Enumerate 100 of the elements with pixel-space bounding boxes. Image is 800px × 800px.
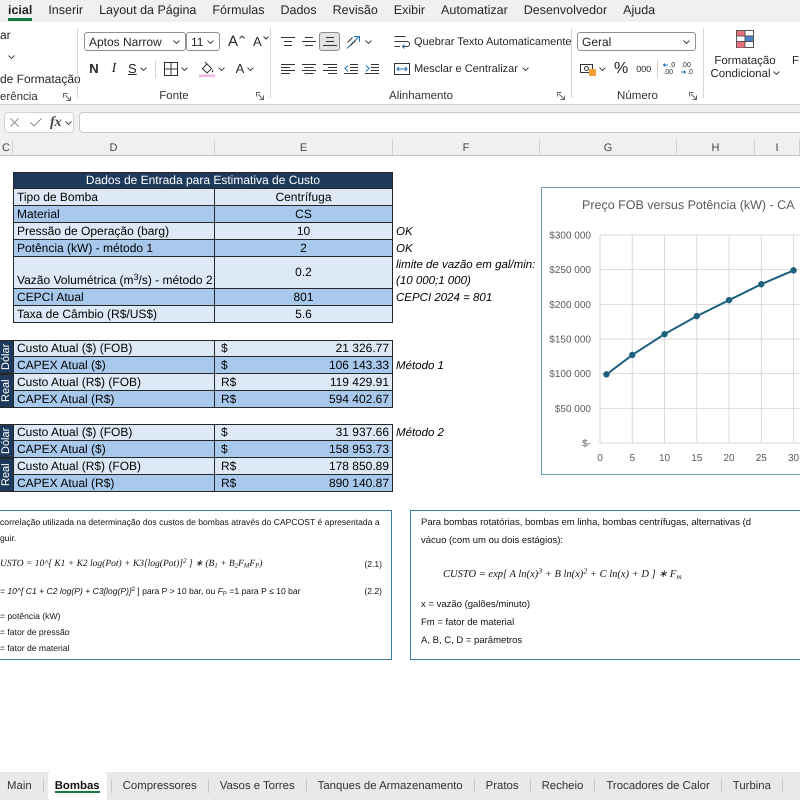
table-cell: CAPEX Atual ($) — [13, 357, 215, 374]
caret-icon — [173, 40, 180, 44]
percent-button[interactable]: % — [610, 59, 632, 78]
borders-icon — [164, 62, 178, 76]
caret-icon — [599, 66, 606, 70]
font-name-dropdown[interactable]: Aptos Narrow — [84, 32, 186, 51]
sheet-tab[interactable]: Vasos e Torres — [212, 772, 302, 800]
table-header: Dados de Entrada para Estimativa de Custo — [13, 172, 393, 189]
close-icon[interactable] — [10, 118, 19, 127]
sheet-tab[interactable]: Pratos — [478, 772, 526, 800]
dialog-launcher-icon[interactable] — [557, 92, 565, 100]
table-cell: Custo Atual (R$) (FOB) — [13, 374, 215, 391]
ribbon-button[interactable]: F — [792, 55, 800, 68]
dialog-launcher-icon[interactable] — [256, 92, 264, 100]
axis-tick-label: 30 — [788, 453, 800, 464]
caret-icon — [772, 71, 780, 75]
wrap-text-button[interactable]: Quebrar Texto Automaticamente — [390, 32, 576, 51]
sheet-tab[interactable]: Tanques de Armazenamento — [310, 772, 470, 800]
bold-button[interactable]: N — [84, 59, 104, 78]
insert-function-button[interactable]: fx — [50, 114, 62, 130]
sheet-tab[interactable]: Main — [0, 772, 39, 800]
check-icon[interactable] — [30, 118, 42, 127]
ribbon-tab[interactable]: Revisão — [332, 3, 378, 21]
table-cell: 801 — [215, 289, 393, 306]
table-cell: CAPEX Atual (R$) — [13, 391, 215, 408]
amount: 106 143.33 — [328, 358, 389, 373]
table-cell: CS — [215, 206, 393, 223]
caret-icon[interactable] — [8, 55, 15, 59]
note-text: limite de vazão em gal/min: — [396, 258, 536, 273]
column-header[interactable]: F — [393, 140, 540, 155]
font-size-dropdown[interactable]: 11 — [186, 32, 220, 51]
formula: CUSTO = exp[ A ln(x)$^{3}$ + B ln(x)$^{2}$ + C ln(x) + D ] ∗ F$_{m}$ — [443, 566, 682, 583]
sheet-tab[interactable]: Turbina — [726, 772, 778, 800]
ribbon-tab[interactable]: Dados — [280, 3, 317, 21]
ribbon-tab[interactable]: Desenvolvedor — [524, 3, 608, 21]
axis-tick-label: $200 000 — [549, 300, 591, 311]
number-format-dropdown[interactable]: Geral — [577, 32, 696, 51]
formula-input[interactable] — [79, 112, 800, 133]
font-color-button[interactable]: A — [232, 59, 258, 78]
column-header[interactable]: C — [0, 140, 13, 155]
format-painter-button[interactable]: de Formatação — [0, 71, 81, 87]
grow-font-button[interactable]: A — [224, 32, 250, 51]
note-text: (10 000;1 000) — [396, 274, 472, 289]
dialog-launcher-icon[interactable] — [63, 92, 71, 100]
text-line: correlação utilizada na determinação dos custos de bombas através do CAPCOST é apresentada a — [0, 516, 381, 529]
table-cell: Taxa de Câmbio (R$/US$) — [13, 306, 215, 323]
axis-tick-label: 20 — [723, 453, 735, 464]
text-line: x = vazão (galões/minuto) — [421, 598, 532, 612]
axis-tick-label: $50 000 — [554, 404, 591, 415]
data-point — [629, 352, 636, 358]
text-line: guir. — [0, 532, 18, 545]
axis-tick-label: $250 000 — [549, 265, 591, 276]
ribbon-tab[interactable]: Layout da Página — [99, 3, 196, 21]
text-line: = fator de pressão — [0, 626, 71, 639]
ribbon-tab[interactable]: Fórmulas — [212, 3, 264, 21]
data-point — [661, 330, 668, 338]
table-cell: 0.2 — [215, 257, 393, 289]
sheet-tab[interactable]: Bombas — [48, 772, 107, 800]
group-label: Número — [617, 90, 658, 102]
cut-button[interactable]: ar — [0, 27, 11, 43]
merge-center-button[interactable]: Mesclar e Centralizar — [390, 59, 533, 78]
conditional-formatting-icon — [736, 30, 754, 48]
equation-number: (2.2) — [364, 585, 382, 598]
amount: 21 326.77 — [336, 341, 389, 356]
column-header[interactable]: I — [755, 140, 800, 155]
ribbon-tab[interactable]: Ajuda — [623, 3, 656, 21]
shrink-font-button[interactable]: A — [249, 32, 273, 51]
data-point — [726, 296, 732, 304]
table-cell: CEPCI Atual — [13, 289, 215, 306]
chevron-down-icon — [262, 36, 269, 40]
dialog-launcher-icon[interactable] — [689, 92, 697, 100]
column-header[interactable]: E — [215, 140, 393, 155]
ribbon-tab[interactable]: Automatizar — [441, 3, 508, 21]
arrow-left-icon — [663, 63, 668, 67]
vertical-align-button[interactable] — [319, 32, 340, 51]
ribbon-tab[interactable]: Inserir — [48, 3, 84, 21]
caret-icon[interactable] — [64, 120, 72, 124]
column-header[interactable]: G — [540, 140, 677, 155]
column-header[interactable]: D — [13, 140, 215, 155]
table-cell: Centrífuga — [215, 189, 393, 206]
table-cell: CAPEX Atual (R$) — [13, 475, 215, 492]
italic-button[interactable]: I — [104, 59, 124, 78]
table-cell: Custo Atual (R$) (FOB) — [13, 458, 215, 475]
currency-symbol: R$ — [221, 375, 236, 390]
underline-button[interactable]: S — [124, 59, 151, 78]
ribbon-tab[interactable]: Exibir — [394, 3, 426, 21]
conditional-formatting-button[interactable]: Formatação Condicional — [710, 30, 780, 81]
table-cell: 2 — [215, 240, 393, 257]
note-text: OK — [396, 224, 414, 240]
amount: 178 850.89 — [328, 459, 389, 474]
thousands-separator-button[interactable]: 000 — [632, 59, 656, 78]
chart-title: Preço FOB versus Potência (kW) - CA — [582, 198, 795, 212]
paint-bucket-icon — [198, 60, 215, 76]
sheet-tab[interactable]: Compressores — [116, 772, 204, 800]
currency-symbol: R$ — [221, 392, 236, 407]
arrow-right-icon — [681, 70, 686, 74]
amount: 158 953.73 — [328, 442, 389, 457]
sheet-tab[interactable]: Recheio — [534, 772, 590, 800]
sheet-tab[interactable]: Trocadores de Calor — [599, 772, 717, 800]
column-header[interactable]: H — [677, 140, 755, 155]
